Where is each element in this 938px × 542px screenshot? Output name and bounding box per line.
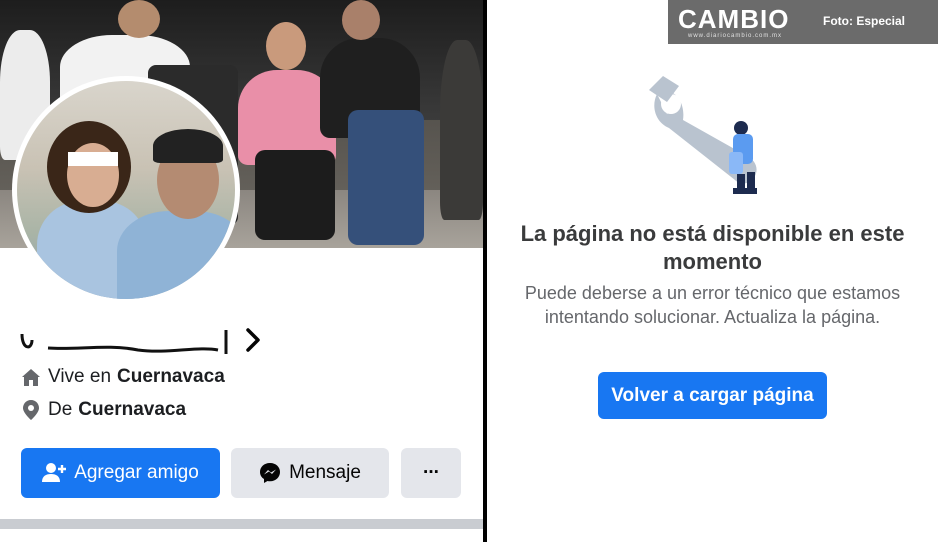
message-label: Mensaje [289, 462, 361, 483]
lives-in-city[interactable]: Cuernavaca [117, 366, 225, 388]
cover-head-3 [266, 22, 306, 70]
avatar[interactable] [17, 81, 235, 299]
censor-bar [68, 152, 118, 166]
reload-page-button[interactable]: Volver a cargar página [598, 372, 827, 419]
add-friend-label: Agregar amigo [74, 462, 199, 483]
wrench-illustration [649, 76, 757, 194]
avatar-person-right-cap [153, 129, 223, 163]
cover-person-5 [440, 40, 483, 220]
cover-head-2 [118, 0, 160, 38]
watermark-url: www.diariocambio.com.mx [688, 33, 783, 39]
watermark-logo: CAMBIO [678, 4, 790, 34]
error-description: Puede deberse a un error técnico que est… [524, 283, 901, 327]
avatar-person-right-body [117, 211, 235, 299]
lives-in-row: Vive en Cuernavaca [20, 363, 225, 391]
error-title: La página no está disponible en este mom… [520, 221, 905, 274]
cover-person-3-legs [255, 150, 335, 240]
cover-head-4 [342, 0, 380, 40]
error-panel: CAMBIO www.diariocambio.com.mx Foto: Esp… [487, 0, 938, 542]
messenger-icon [259, 462, 281, 484]
add-friend-button[interactable]: Agregar amigo [21, 448, 220, 498]
location-pin-icon [20, 399, 42, 421]
photo-credit: Foto: Especial [823, 14, 906, 28]
message-button[interactable]: Mensaje [231, 448, 389, 498]
more-options-button[interactable]: ··· [401, 448, 461, 498]
profile-panel: Vive en Cuernavaca De Cuernavaca Agregar… [0, 0, 483, 542]
home-icon [20, 366, 42, 388]
from-prefix: De [48, 399, 73, 420]
more-options-label: ··· [423, 462, 440, 483]
reload-page-label: Volver a cargar página [611, 384, 814, 406]
lives-in-prefix: Vive en [48, 366, 112, 387]
redacted-name [20, 330, 228, 354]
watermark: CAMBIO www.diariocambio.com.mx Foto: Esp… [668, 0, 938, 44]
section-divider [0, 519, 483, 529]
add-friend-icon [42, 462, 67, 484]
chevron-right-icon[interactable] [244, 327, 262, 353]
from-city[interactable]: Cuernavaca [78, 399, 186, 421]
from-row: De Cuernavaca [20, 396, 186, 424]
cover-person-4-legs [348, 110, 424, 245]
